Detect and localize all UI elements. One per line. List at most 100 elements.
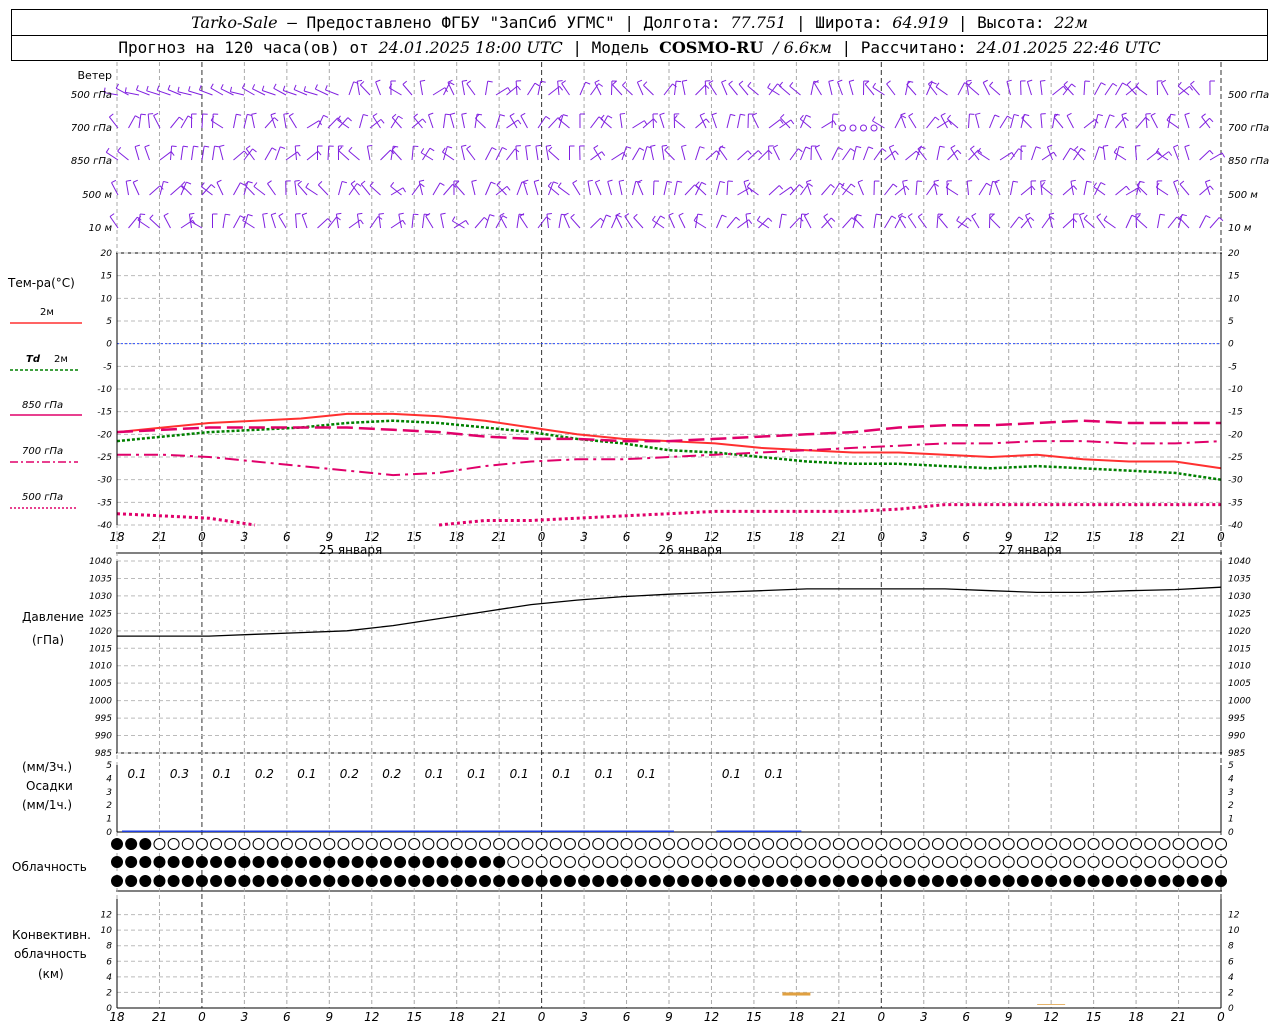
press-ytick-right: 1005 <box>1228 679 1251 689</box>
cloud-marker <box>974 856 987 868</box>
cloud-marker <box>592 838 605 850</box>
cloud-marker <box>719 875 732 887</box>
wind-barb <box>652 113 654 129</box>
press-ytick-right: 1040 <box>1228 557 1251 567</box>
x-tick-label-bottom: 12 <box>1044 1010 1059 1024</box>
x-tick-label: 3 <box>241 530 249 544</box>
conv-ytick-left: 10 <box>101 926 113 936</box>
wind-barb-feather <box>1040 80 1046 82</box>
precip-bar <box>206 830 250 832</box>
cloud-marker <box>238 838 251 850</box>
cloud-marker <box>408 875 421 887</box>
cloud-marker <box>648 875 661 887</box>
cloud-marker <box>960 856 973 868</box>
cloud-marker <box>960 875 973 887</box>
resolution: 6.6км <box>783 38 832 57</box>
cloud-marker <box>1031 875 1043 887</box>
x-tick-label-bottom: 6 <box>962 1010 970 1024</box>
x-tick-label-bottom: 9 <box>1005 1010 1013 1024</box>
cloud-marker <box>464 856 477 868</box>
temp-ytick-right: -30 <box>1228 476 1243 486</box>
precip-ytick-left: 3 <box>106 788 112 798</box>
cloud-marker <box>889 875 902 887</box>
precip-3h-value: 0.1 <box>764 767 783 781</box>
precip-3h-value: 0.3 <box>170 767 189 781</box>
cloud-marker <box>606 838 619 850</box>
cloud-marker <box>125 856 138 868</box>
cloud-marker <box>719 856 732 868</box>
wind-barb-feather <box>546 213 552 215</box>
x-tick-label-bottom: 21 <box>1171 1010 1186 1024</box>
press-ytick-right: 1020 <box>1228 627 1251 637</box>
x-tick-label-bottom: 15 <box>407 1010 422 1024</box>
x-tick-label-bottom: 6 <box>623 1010 631 1024</box>
precip-3h-value: 0.1 <box>212 767 231 781</box>
cloud-marker <box>790 875 803 887</box>
press-ytick-left: 990 <box>95 732 112 742</box>
date-label: 27 января <box>998 543 1061 557</box>
cloud-marker <box>337 856 350 868</box>
precip-ytick-left: 1 <box>106 815 112 825</box>
cloud-marker <box>295 838 307 850</box>
wind-barb-feather <box>619 112 626 115</box>
temp-ytick-right: 20 <box>1228 249 1240 259</box>
cloud-marker <box>776 856 789 868</box>
cloud-marker <box>1172 875 1185 887</box>
cloud-marker <box>818 838 831 850</box>
precip-unit-1h: (мм/1ч.) <box>22 798 72 812</box>
cloud-marker <box>634 838 647 850</box>
x-tick-label-bottom: 15 <box>746 1010 761 1024</box>
cloud-marker <box>719 838 732 850</box>
precip-ytick-left: 2 <box>106 801 112 811</box>
wind-barb-feather <box>1103 144 1109 147</box>
pressure-title: Давление <box>22 610 84 624</box>
wind-level-850hpa-right: 850 гПа <box>1228 156 1269 167</box>
cloud-marker <box>847 838 859 850</box>
cloud-marker <box>210 875 223 887</box>
cloud-marker <box>125 875 138 887</box>
cloud-marker <box>479 875 491 887</box>
cloud-marker <box>153 875 166 887</box>
cloud-marker <box>1130 875 1143 887</box>
lon-label: Долгота: <box>643 13 721 32</box>
wind-barb-feather <box>378 213 384 215</box>
cloud-marker <box>195 856 208 868</box>
cloud-marker <box>903 838 916 850</box>
conv-ytick-left: 6 <box>106 957 112 967</box>
x-tick-label-bottom: 3 <box>580 1010 588 1024</box>
cloud-marker <box>323 856 336 868</box>
x-tick-label: 3 <box>920 530 928 544</box>
cloud-marker <box>1031 838 1043 850</box>
cloud-marker <box>691 856 704 868</box>
x-tick-label: 21 <box>152 530 167 544</box>
legend-700-label: 700 гПа <box>22 446 63 457</box>
date-label: 26 января <box>659 543 722 557</box>
cloud-marker <box>691 838 704 850</box>
conv-ytick-right: 2 <box>1228 988 1234 998</box>
cloud-marker <box>648 856 661 868</box>
precip-bar <box>376 830 420 832</box>
x-tick-label-bottom: 9 <box>325 1010 333 1024</box>
wind-barb-feather <box>445 113 451 116</box>
cloud-marker <box>252 838 265 850</box>
cloud-marker <box>1087 838 1100 850</box>
precip-ytick-right: 1 <box>1228 815 1234 825</box>
x-tick-label: 6 <box>962 530 970 544</box>
cloud-marker <box>1144 838 1157 850</box>
cloud-marker <box>747 856 760 868</box>
cloud-marker <box>762 875 775 887</box>
precip-ytick-left: 4 <box>106 774 112 784</box>
cloud-marker <box>889 856 902 868</box>
x-tick-label-bottom: 21 <box>492 1010 507 1024</box>
computed-value: 24.01.2025 22:46 UTC <box>976 38 1161 57</box>
cloud-marker <box>323 875 336 887</box>
cloud-marker <box>479 856 491 868</box>
press-ytick-left: 1015 <box>89 644 112 654</box>
cloud-marker <box>677 875 690 887</box>
temp-ytick-right: 0 <box>1228 340 1234 350</box>
temp-ytick-right: -20 <box>1228 430 1243 440</box>
temp-ytick-left: -5 <box>103 362 112 372</box>
cloud-marker <box>450 838 463 850</box>
cloud-marker <box>464 838 477 850</box>
conv-ytick-right: 10 <box>1228 926 1240 936</box>
